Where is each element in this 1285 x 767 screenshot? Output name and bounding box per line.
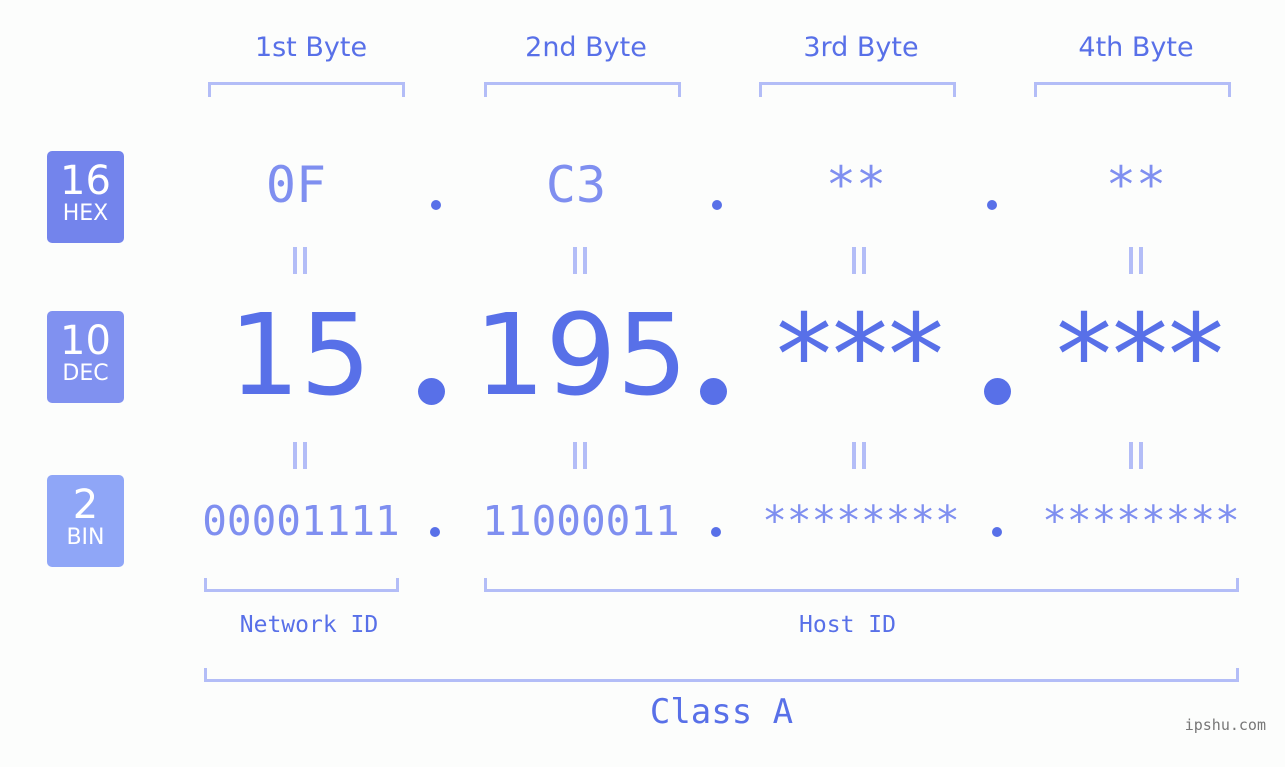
bin-badge-label: BIN xyxy=(66,525,105,550)
byte-bracket-2 xyxy=(484,82,681,97)
dec-dot-1 xyxy=(418,378,445,405)
network-id-bracket xyxy=(204,578,399,592)
bin-value-3: ******** xyxy=(762,497,960,545)
hex-dot-3 xyxy=(987,200,997,210)
byte-header-4: 4th Byte xyxy=(1078,32,1194,63)
byte-bracket-4 xyxy=(1034,82,1231,97)
hex-value-2: C3 xyxy=(545,156,607,214)
bin-value-4: ******** xyxy=(1042,497,1240,545)
network-id-label: Network ID xyxy=(239,612,379,638)
equals-icon xyxy=(1129,442,1143,469)
class-bracket xyxy=(204,668,1239,682)
host-id-bracket xyxy=(484,578,1239,592)
hex-badge-number: 16 xyxy=(60,158,111,204)
byte-bracket-1 xyxy=(208,82,405,97)
bin-dot-1 xyxy=(430,527,440,537)
equals-icon xyxy=(1129,247,1143,274)
hex-dot-2 xyxy=(712,200,722,210)
bin-badge: 2 BIN xyxy=(47,475,124,567)
dec-dot-3 xyxy=(984,378,1011,405)
watermark: ipshu.com xyxy=(1184,716,1266,734)
dec-value-1: 15 xyxy=(228,291,372,421)
equals-icon xyxy=(852,442,866,469)
equals-icon xyxy=(293,247,307,274)
dec-badge-label: DEC xyxy=(62,361,109,386)
equals-icon xyxy=(573,247,587,274)
equals-icon xyxy=(852,247,866,274)
equals-icon xyxy=(573,442,587,469)
dec-value-2: 195 xyxy=(474,291,688,421)
dec-badge-number: 10 xyxy=(60,318,111,364)
byte-header-2: 2nd Byte xyxy=(525,32,647,63)
equals-icon xyxy=(293,442,307,469)
hex-dot-1 xyxy=(431,200,441,210)
dec-badge: 10 DEC xyxy=(47,311,124,403)
byte-header-3: 3rd Byte xyxy=(803,32,919,63)
bin-value-1: 00001111 xyxy=(202,497,400,545)
bin-value-2: 11000011 xyxy=(482,497,680,545)
class-label: Class A xyxy=(649,692,794,732)
host-id-label: Host ID xyxy=(799,612,896,638)
hex-value-3: ** xyxy=(825,156,887,214)
hex-badge: 16 HEX xyxy=(47,151,124,243)
dec-value-4: *** xyxy=(1056,291,1224,421)
byte-header-1: 1st Byte xyxy=(254,32,368,63)
bin-dot-2 xyxy=(711,527,721,537)
dec-value-3: *** xyxy=(776,291,944,421)
bin-dot-3 xyxy=(992,527,1002,537)
byte-bracket-3 xyxy=(759,82,956,97)
hex-badge-label: HEX xyxy=(62,201,109,226)
bin-badge-number: 2 xyxy=(72,482,99,528)
hex-value-4: ** xyxy=(1105,156,1167,214)
dec-dot-2 xyxy=(700,378,727,405)
hex-value-1: 0F xyxy=(265,156,327,214)
